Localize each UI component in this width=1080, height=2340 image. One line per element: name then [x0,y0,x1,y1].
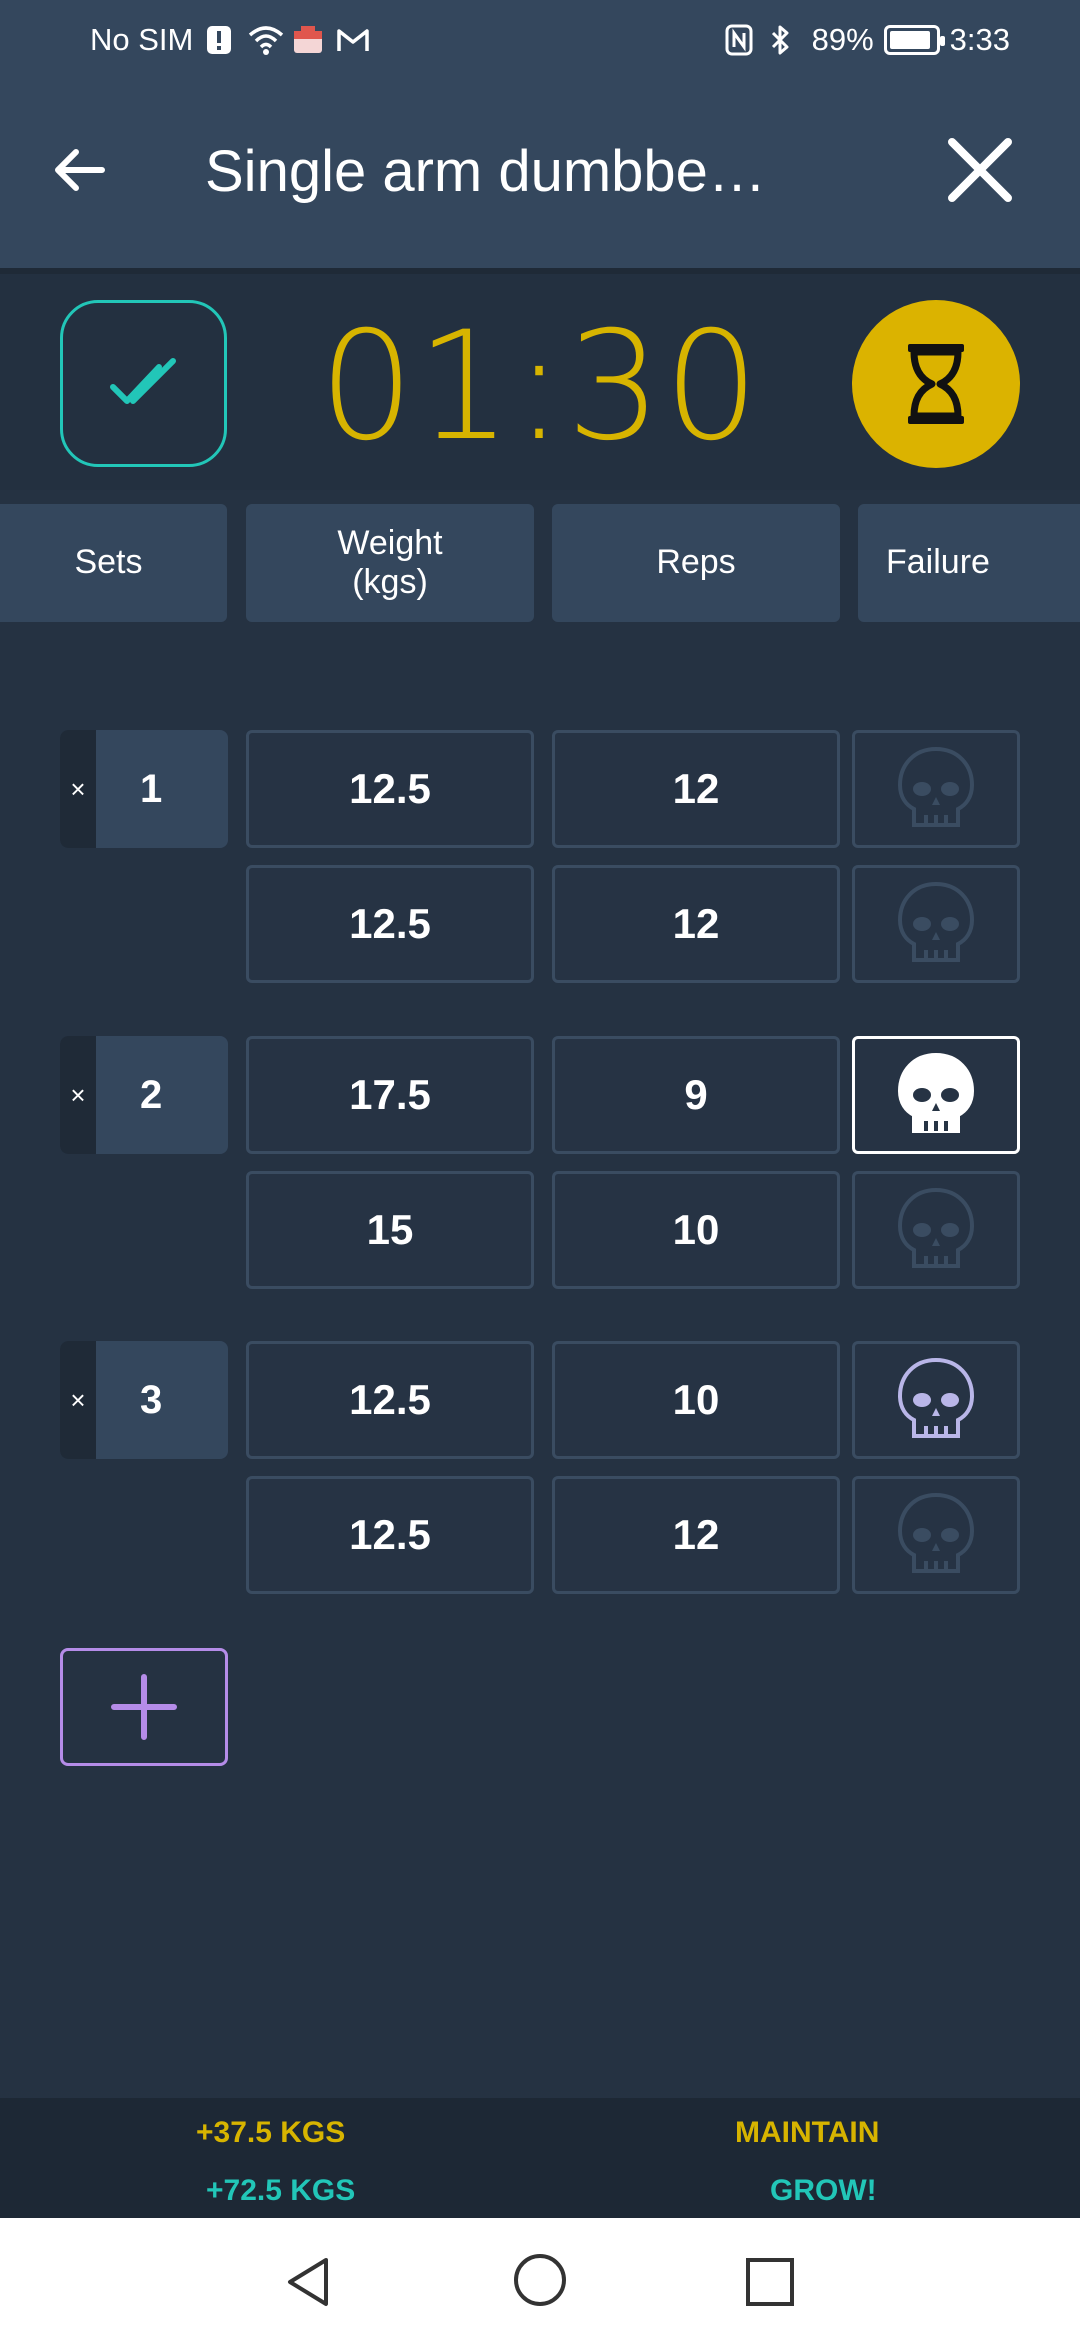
reps-cell[interactable]: 12 [552,865,840,983]
set-badge-3: × 3 [60,1341,228,1459]
remove-set-button[interactable]: × [60,730,96,848]
weight-cell[interactable]: 12.5 [246,865,534,983]
set-badge-2: × 2 [60,1036,228,1154]
skull-icon [897,746,975,827]
failure-toggle[interactable] [852,865,1020,983]
column-weight-unit: (kgs) [352,563,428,601]
close-button[interactable] [940,130,1020,210]
weight-cell[interactable]: 12.5 [246,1341,534,1459]
reps-cell[interactable]: 10 [552,1171,840,1289]
reps-cell[interactable]: 12 [552,730,840,848]
progress-summary: +37.5 KGS +72.5 KGS MAINTAIN GROW! [0,2098,1080,2218]
status-left: No SIM [90,22,370,58]
column-reps-label: Reps [656,543,736,582]
column-weight-label: Weight [337,523,443,562]
failure-toggle-partial[interactable] [852,1341,1020,1459]
volume-change-top: +37.5 KGS [196,2116,346,2149]
status-maintain: MAINTAIN [735,2116,880,2149]
column-header-reps: Reps [552,504,840,622]
reps-cell[interactable]: 9 [552,1036,840,1154]
battery-percent: 89% [811,22,874,57]
weight-cell[interactable]: 12.5 [246,1476,534,1594]
failure-toggle-selected[interactable] [852,1036,1020,1154]
weight-cell[interactable]: 15 [246,1171,534,1289]
set-number: 1 [140,766,163,811]
weight-cell[interactable]: 12.5 [246,730,534,848]
skull-icon [897,1052,975,1133]
system-nav-bar [0,2218,1080,2340]
back-button[interactable] [40,130,120,210]
skull-icon [897,1357,975,1438]
skull-icon [897,881,975,962]
exercise-title: Single arm dumbbe… [205,139,766,204]
nav-recents-icon[interactable] [742,2254,798,2310]
clock: 3:33 [949,22,1010,57]
skull-icon [897,1187,975,1268]
battery-icon [883,25,945,55]
reps-cell[interactable]: 12 [552,1476,840,1594]
bluetooth-icon [768,23,802,57]
complete-exercise-button[interactable] [60,300,227,467]
hourglass-icon [908,344,964,424]
set-number: 3 [140,1377,163,1422]
column-failure-label: Failure [886,543,990,582]
alert-icon [203,23,237,57]
close-icon [948,138,1012,202]
carrier-text: No SIM [90,22,194,57]
rest-timer-button[interactable] [852,300,1020,468]
volume-change-bottom: +72.5 KGS [206,2174,356,2207]
nav-back-icon[interactable] [280,2254,336,2310]
failure-toggle[interactable] [852,1171,1020,1289]
rest-timer: 01:30 [318,300,762,474]
failure-toggle[interactable] [852,730,1020,848]
set-number: 2 [140,1072,163,1117]
arrow-left-icon [55,149,105,191]
plus-icon [111,1674,177,1740]
wifi-icon [247,23,284,57]
add-set-button[interactable] [60,1648,228,1766]
double-check-icon [110,358,176,404]
status-grow: GROW! [770,2174,877,2207]
reps-cell[interactable]: 10 [552,1341,840,1459]
failure-toggle[interactable] [852,1476,1020,1594]
column-sets-label: Sets [74,543,143,582]
weight-cell[interactable]: 17.5 [246,1036,534,1154]
remove-set-button[interactable]: × [60,1341,96,1459]
nav-home-icon[interactable] [512,2252,568,2308]
set-badge-1: × 1 [60,730,228,848]
skull-icon [897,1492,975,1573]
column-header-weight: Weight (kgs) [246,504,534,622]
nfc-icon [724,23,758,57]
app-notification-icon [291,23,325,57]
remove-set-button[interactable]: × [60,1036,96,1154]
gmail-icon [335,23,370,57]
status-bar: No SIM 89% 3:33 [0,0,1080,84]
column-header-sets: Sets [0,504,227,622]
column-header-failure: Failure [858,504,1080,622]
status-right: 89% 3:33 [724,22,1010,58]
